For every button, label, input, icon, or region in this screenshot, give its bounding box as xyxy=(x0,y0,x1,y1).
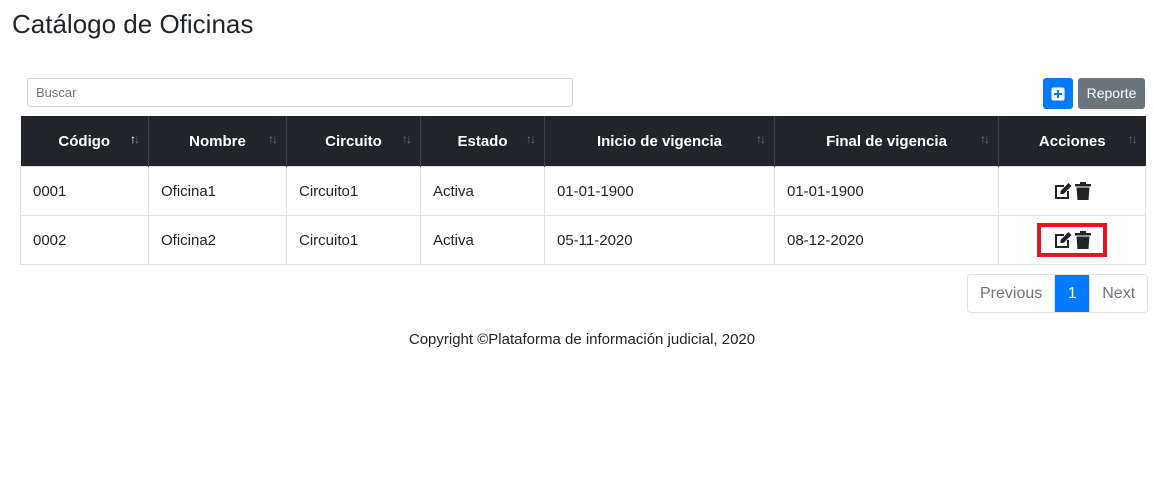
sort-icon: ↑↓ xyxy=(1127,132,1138,146)
pagination-next[interactable]: Next xyxy=(1090,275,1147,312)
column-header-circuito[interactable]: Circuito ↑↓ xyxy=(286,116,421,167)
row-actions xyxy=(1037,174,1107,208)
table-row: 0001 Oficina1 Circuito1 Activa 01-01-190… xyxy=(20,166,1146,216)
search-input[interactable] xyxy=(27,78,573,107)
cell-final: 01-01-1900 xyxy=(774,166,999,216)
pagination-previous[interactable]: Previous xyxy=(968,275,1056,312)
cell-actions xyxy=(998,215,1146,265)
cell-actions xyxy=(998,166,1146,216)
trash-icon[interactable] xyxy=(1075,231,1091,249)
column-header-inicio[interactable]: Inicio de vigencia ↑↓ xyxy=(544,116,775,167)
cell-estado: Activa xyxy=(420,166,545,216)
page-title: Catálogo de Oficinas xyxy=(12,9,254,39)
column-header-final[interactable]: Final de vigencia ↑↓ xyxy=(774,116,999,167)
sort-icon: ↑↓ xyxy=(268,132,278,146)
table-header-row: Código ↑↓ Nombre ↑↓ Circuito ↑↓ Estado ↑↓ In… xyxy=(20,116,1146,167)
table-row: 0002 Oficina2 Circuito1 Activa 05-11-202… xyxy=(20,215,1146,265)
column-header-codigo[interactable]: Código ↑↓ xyxy=(20,116,149,167)
cell-circuito: Circuito1 xyxy=(286,166,421,216)
cell-nombre: Oficina1 xyxy=(148,166,287,216)
cell-inicio: 05-11-2020 xyxy=(544,215,775,265)
cell-nombre: Oficina2 xyxy=(148,215,287,265)
edit-icon[interactable] xyxy=(1053,182,1073,200)
cell-inicio: 01-01-1900 xyxy=(544,166,775,216)
footer-copyright: Copyright ©Plataforma de información jud… xyxy=(408,331,756,348)
sort-icon: ↑↓ xyxy=(980,132,990,146)
offices-table: Código ↑↓ Nombre ↑↓ Circuito ↑↓ Estado ↑↓ In… xyxy=(20,116,1146,265)
sort-icon: ↑↓ xyxy=(526,132,536,146)
cell-circuito: Circuito1 xyxy=(286,215,421,265)
column-header-estado[interactable]: Estado ↑↓ xyxy=(420,116,545,167)
row-actions-highlighted xyxy=(1037,223,1107,257)
pagination: Previous 1 Next xyxy=(967,274,1149,313)
plus-square-icon xyxy=(1051,87,1065,100)
sort-icon: ↑↓ xyxy=(756,132,766,146)
sort-icon: ↑↓ xyxy=(402,132,412,146)
pagination-page-current[interactable]: 1 xyxy=(1055,275,1091,312)
report-button[interactable]: Reporte xyxy=(1078,78,1145,109)
column-header-nombre[interactable]: Nombre ↑↓ xyxy=(148,116,287,167)
cell-codigo: 0002 xyxy=(20,215,149,265)
cell-final: 08-12-2020 xyxy=(774,215,999,265)
edit-icon[interactable] xyxy=(1053,231,1073,249)
trash-icon[interactable] xyxy=(1075,182,1091,200)
sort-icon: ↑↓ xyxy=(130,132,140,146)
add-button[interactable] xyxy=(1043,78,1073,109)
page: Catálogo de Oficinas Reporte Código↑↓ No… xyxy=(0,0,1154,493)
cell-estado: Activa xyxy=(420,215,545,265)
column-header-acciones[interactable]: Acciones ↑↓ xyxy=(998,116,1146,167)
cell-codigo: 0001 xyxy=(20,166,149,216)
